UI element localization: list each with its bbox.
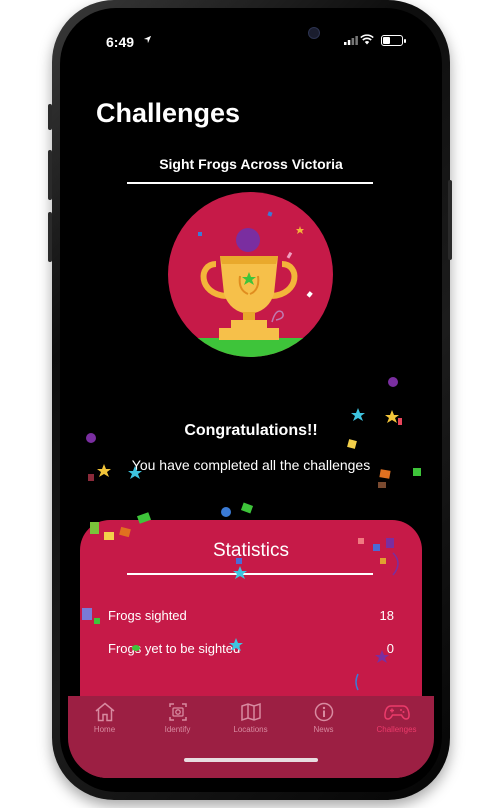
tab-home[interactable]: Home — [68, 702, 141, 734]
tab-locations[interactable]: Locations — [214, 702, 287, 734]
tab-label: Identify — [164, 725, 191, 734]
wifi-icon — [360, 34, 374, 45]
home-indicator[interactable] — [184, 758, 318, 762]
tab-news[interactable]: News — [287, 702, 360, 734]
stat-row-frogs-sighted: Frogs sighted 18 — [108, 608, 394, 623]
trophy-badge — [168, 192, 333, 357]
completion-message: You have completed all the challenges — [131, 457, 371, 473]
camera-icon — [168, 703, 187, 721]
stat-row-frogs-yet-to-be-sighted: Frogs yet to be sighted 0 — [108, 641, 394, 656]
subtitle-divider — [127, 182, 373, 184]
power-button — [448, 180, 452, 260]
tab-label: News — [313, 725, 334, 734]
battery-icon — [381, 35, 406, 46]
info-icon — [314, 702, 333, 722]
tab-identify[interactable]: Identify — [141, 702, 214, 734]
location-arrow-icon — [143, 35, 152, 44]
stat-label: Frogs yet to be sighted — [108, 641, 241, 656]
tab-challenges[interactable]: Challenges — [360, 702, 433, 734]
tab-label: Home — [93, 725, 116, 734]
challenge-subtitle: Sight Frogs Across Victoria — [159, 156, 343, 172]
stat-value: 0 — [386, 641, 394, 656]
trophy-icon — [168, 211, 333, 357]
app-screen: 6:49 Challenges Sight Frogs Across Victo… — [68, 18, 434, 778]
status-bar: 6:49 — [68, 18, 434, 62]
tab-label: Locations — [233, 725, 268, 734]
tab-bar: Home Identify Locations News Challenges — [68, 696, 434, 778]
volume-up-button — [48, 150, 52, 200]
status-time: 6:49 — [106, 34, 135, 50]
home-icon — [95, 702, 114, 722]
volume-down-button — [48, 212, 52, 262]
gamepad-icon — [383, 705, 410, 720]
silent-switch — [48, 104, 52, 130]
stat-value: 18 — [379, 608, 394, 623]
stat-label: Frogs sighted — [108, 608, 187, 623]
congratulations-heading: Congratulations!! — [184, 422, 318, 439]
statistics-divider — [127, 573, 373, 575]
page-title: Challenges — [96, 98, 241, 128]
map-icon — [240, 702, 261, 722]
statistics-title: Statistics — [212, 540, 290, 561]
cellular-signal-icon — [344, 36, 358, 45]
tab-label: Challenges — [376, 725, 417, 734]
